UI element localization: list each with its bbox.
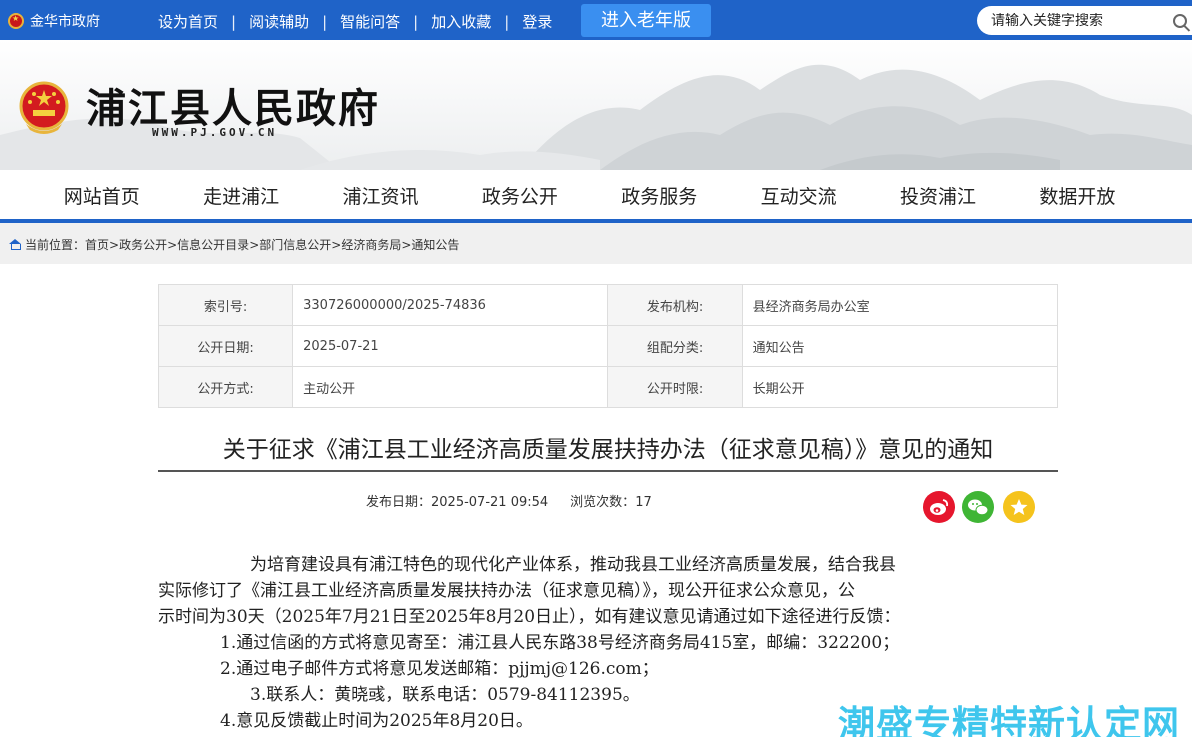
meta-value: 2025-07-21 [292, 325, 609, 367]
views-count: 17 [635, 495, 652, 510]
views-label: 浏览次数： [570, 495, 636, 510]
breadcrumb-sep: > [167, 237, 178, 252]
favorite-star-icon[interactable] [1003, 491, 1035, 523]
city-link[interactable]: 金华市政府 [8, 11, 100, 31]
article-paragraph: 示时间为30天（2025年7月21日至2025年8月20日止），如有建议意见请通… [158, 607, 901, 627]
table-row: 公开日期: 2025-07-21 组配分类: 通知公告 [157, 325, 1059, 367]
meta-value: 330726000000/2025-74836 [292, 284, 609, 326]
breadcrumb-sep: > [401, 237, 412, 252]
separator: | [231, 12, 237, 31]
article-list-item: 2.通过电子邮件方式将意见发送邮箱：pjjmj@126.com； [220, 659, 659, 679]
meta-value: 长期公开 [741, 366, 1059, 408]
breadcrumb-sep: > [331, 237, 342, 252]
nav-item-about[interactable]: 走进浦江 [171, 182, 310, 209]
nav-item-gov-affairs[interactable]: 政务公开 [450, 182, 589, 209]
elder-mode-button[interactable]: 进入老年版 [581, 4, 711, 37]
home-icon [9, 239, 21, 250]
table-row: 公开方式: 主动公开 公开时限: 长期公开 [157, 366, 1059, 408]
breadcrumb-label: 当前位置： [25, 238, 86, 252]
reading-aid-link[interactable]: 阅读辅助 [249, 11, 309, 32]
search-box [977, 6, 1192, 35]
nav-item-home[interactable]: 网站首页 [32, 182, 171, 209]
top-links: 设为首页 | 阅读辅助 | 智能问答 | 加入收藏 | 登录 [158, 11, 552, 32]
city-label: 金华市政府 [30, 14, 100, 30]
breadcrumb-item[interactable]: 部门信息公开 [259, 236, 331, 253]
title-divider [158, 470, 1058, 472]
watermark: 潮盛专精特新认定网 [838, 703, 1180, 737]
publish-date: 2025-07-21 09:54 [431, 495, 549, 510]
main-nav: 网站首页 走进浦江 浦江资讯 政务公开 政务服务 互动交流 投资浦江 数据开放 [0, 170, 1192, 219]
document-meta-table: 索引号: 330726000000/2025-74836 发布机构: 县经济商务… [157, 284, 1059, 408]
article-paragraph: 为培育建设具有浦江特色的现代化产业体系，推动我县工业经济高质量发展，结合我县 [250, 555, 896, 575]
breadcrumb-item[interactable]: 信息公开目录 [177, 236, 249, 253]
article-paragraph: 实际修订了《浦江县工业经济高质量发展扶持办法（征求意见稿）》，现公开征求公众意见… [158, 581, 855, 601]
meta-value: 县经济商务局办公室 [741, 284, 1059, 326]
meta-key: 公开方式: [157, 366, 294, 408]
nav-item-services[interactable]: 政务服务 [590, 182, 729, 209]
emblem-icon [8, 13, 24, 29]
article-title: 关于征求《浦江县工业经济高质量发展扶持办法（征求意见稿）》意见的通知 [222, 437, 994, 463]
top-bar: 金华市政府 设为首页 | 阅读辅助 | 智能问答 | 加入收藏 | 登录 进入老… [0, 0, 1192, 40]
search-icon[interactable] [1173, 13, 1187, 28]
nav-item-interaction[interactable]: 互动交流 [729, 182, 868, 209]
national-emblem-icon [18, 80, 70, 136]
meta-key: 索引号: [157, 284, 294, 326]
meta-key: 组配分类: [607, 325, 743, 367]
article-info: 发布日期：2025-07-21 09:54 浏览次数：17 [366, 491, 652, 510]
breadcrumb-item[interactable]: 首页 [85, 236, 109, 253]
article-list-item: 1.通过信函的方式将意见寄至：浦江县人民东路38号经济商务局415室，邮编：32… [220, 633, 900, 653]
weibo-share-icon[interactable] [923, 491, 955, 523]
nav-item-investment[interactable]: 投资浦江 [868, 182, 1007, 209]
meta-key: 公开时限: [607, 366, 743, 408]
meta-value: 通知公告 [741, 325, 1059, 367]
breadcrumb-sep: > [249, 237, 260, 252]
wechat-share-icon[interactable] [962, 491, 994, 523]
separator: | [413, 12, 419, 31]
publish-label: 发布日期： [366, 495, 432, 510]
meta-key: 发布机构: [607, 284, 743, 326]
breadcrumb: 当前位置： 首页 > 政务公开 > 信息公开目录 > 部门信息公开 > 经济商务局 > 通… [0, 223, 1192, 264]
search-input[interactable] [991, 12, 1167, 29]
breadcrumb-sep: > [109, 237, 120, 252]
meta-value: 主动公开 [292, 366, 609, 408]
site-url: WWW.PJ.GOV.CN [152, 126, 278, 139]
add-favorite-link[interactable]: 加入收藏 [431, 11, 491, 32]
meta-key: 公开日期: [157, 325, 294, 367]
set-homepage-link[interactable]: 设为首页 [158, 11, 218, 32]
separator: | [322, 12, 328, 31]
login-link[interactable]: 登录 [522, 11, 552, 32]
breadcrumb-item[interactable]: 经济商务局 [341, 236, 401, 253]
nav-item-news[interactable]: 浦江资讯 [311, 182, 450, 209]
separator: | [504, 12, 510, 31]
breadcrumb-item[interactable]: 通知公告 [411, 236, 459, 253]
breadcrumb-item[interactable]: 政务公开 [119, 236, 167, 253]
nav-item-open-data[interactable]: 数据开放 [1008, 182, 1147, 209]
smart-qa-link[interactable]: 智能问答 [340, 11, 400, 32]
table-row: 索引号: 330726000000/2025-74836 发布机构: 县经济商务… [157, 284, 1059, 326]
header-banner: 浦江县人民政府 WWW.PJ.GOV.CN [0, 40, 1192, 170]
